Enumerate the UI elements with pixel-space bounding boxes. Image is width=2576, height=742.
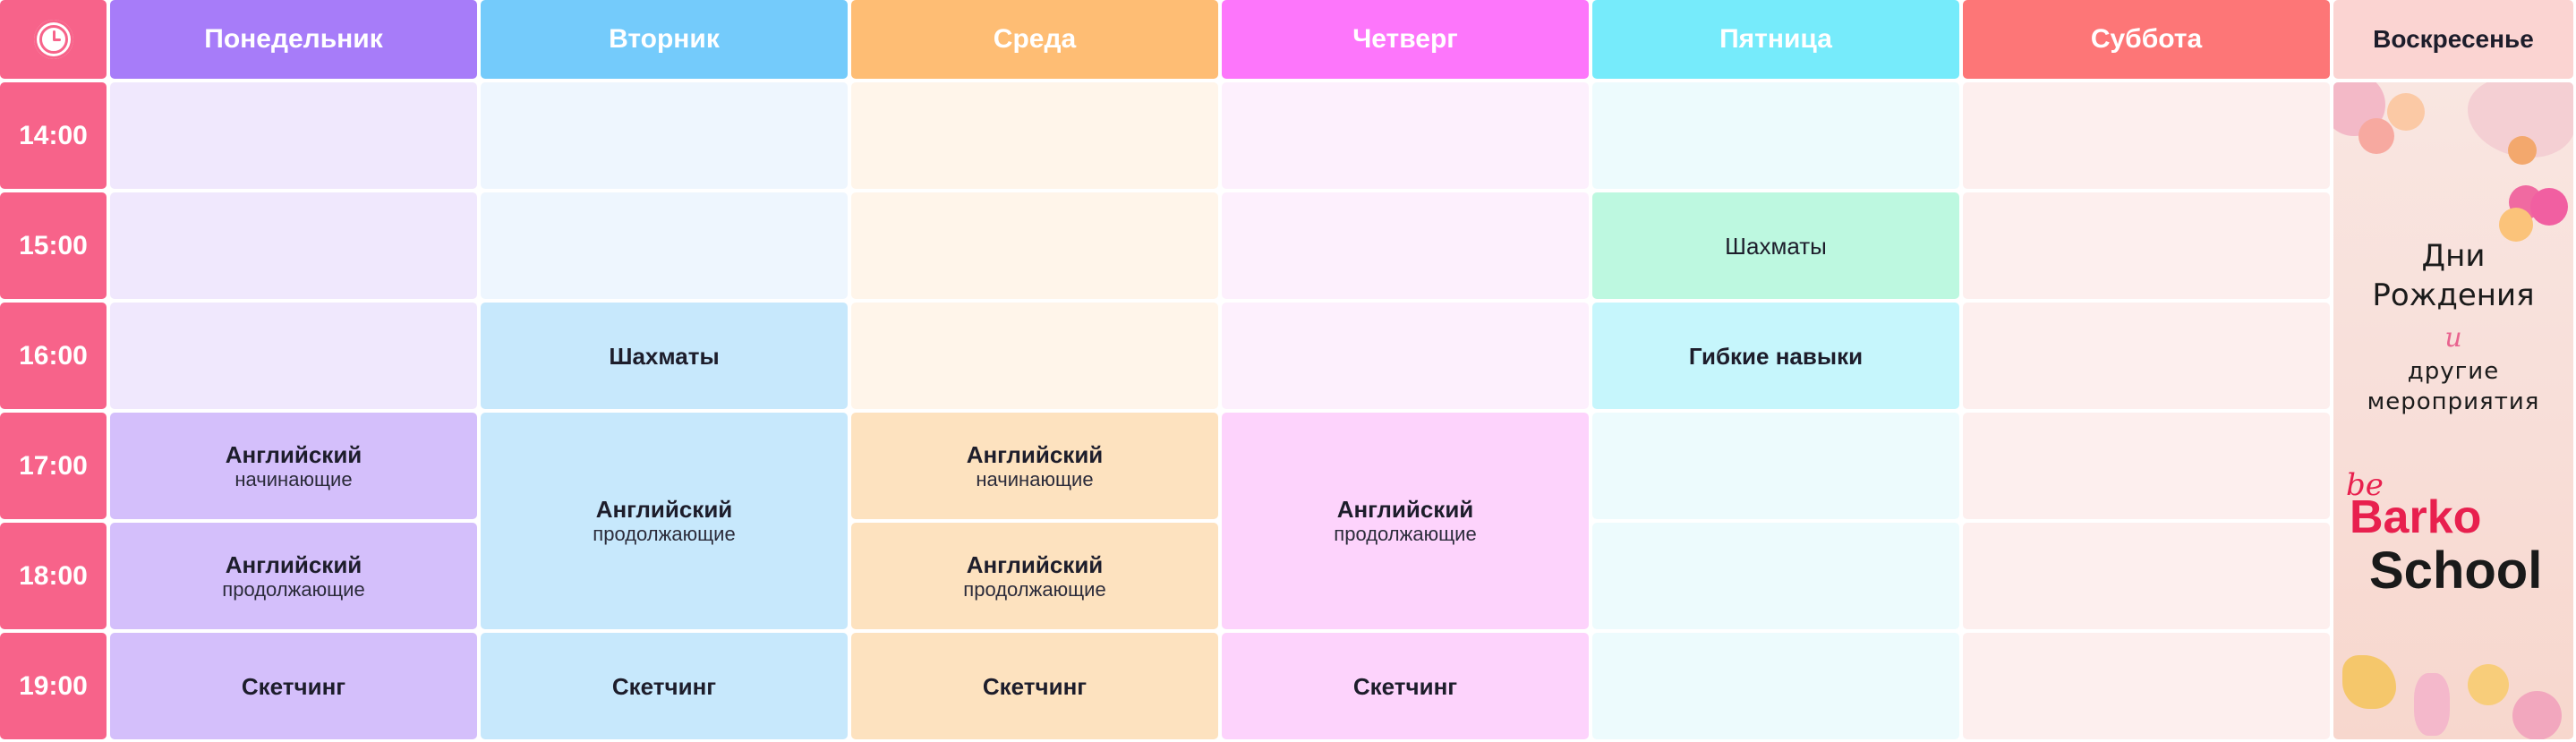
lesson-sketching: Скетчинг: [1222, 633, 1589, 739]
day-header-friday: Пятница: [1592, 0, 1959, 79]
empty-slot: [110, 82, 477, 189]
lesson-title: Английский: [966, 550, 1104, 578]
empty-slot: [1963, 633, 2330, 739]
empty-slot: [1963, 192, 2330, 299]
empty-slot: [1222, 192, 1589, 299]
lesson-level: начинающие: [976, 467, 1094, 490]
lesson-sketching: Скетчинг: [110, 633, 477, 739]
lesson-sketching: Скетчинг: [851, 633, 1218, 739]
promo-line-birthdays: Рождения: [2372, 277, 2535, 313]
empty-slot: [1592, 633, 1959, 739]
lesson-title: Скетчинг: [982, 672, 1088, 700]
empty-slot: [1963, 82, 2330, 189]
empty-slot: [1963, 303, 2330, 409]
brand-barko: Barko: [2350, 491, 2482, 543]
lesson-english-beginners: Английский начинающие: [851, 413, 1218, 519]
lesson-chess: Шахматы: [1592, 192, 1959, 299]
lesson-title: Скетчинг: [241, 672, 346, 700]
decor-confetti: [2358, 118, 2394, 154]
lesson-level: начинающие: [235, 467, 353, 490]
decor-confetti: [2468, 664, 2509, 705]
lesson-title: Скетчинг: [611, 672, 717, 700]
empty-slot: [1963, 413, 2330, 519]
day-header-thursday: Четверг: [1222, 0, 1589, 79]
lesson-soft-skills: Гибкие навыки: [1592, 303, 1959, 409]
lesson-chess: Шахматы: [481, 303, 848, 409]
schedule-grid: Понедельник Вторник Среда Четверг Пятниц…: [0, 0, 2576, 742]
day-header-tuesday: Вторник: [481, 0, 848, 79]
empty-slot: [1592, 82, 1959, 189]
time-slot: 17:00: [0, 413, 107, 519]
lesson-english-continuing: Английский продолжающие: [481, 413, 848, 629]
promo-line-days: Дни: [2421, 238, 2486, 274]
decor-confetti: [2508, 136, 2537, 165]
lesson-english-continuing: Английский продолжающие: [110, 523, 477, 629]
decor-confetti: [2387, 93, 2425, 131]
lesson-english-continuing: Английский продолжающие: [851, 523, 1218, 629]
lesson-title: Английский: [966, 440, 1104, 468]
empty-slot: [1592, 413, 1959, 519]
day-header-wednesday: Среда: [851, 0, 1218, 79]
decor-flower: [2342, 655, 2396, 709]
empty-slot: [110, 303, 477, 409]
lesson-title: Шахматы: [609, 342, 720, 370]
brand-school: School: [2369, 542, 2543, 600]
day-header-monday: Понедельник: [110, 0, 477, 79]
empty-slot: [1222, 303, 1589, 409]
decor-candle: [2414, 673, 2450, 736]
clock-header-cell: [0, 0, 107, 79]
decor-confetti: [2530, 188, 2568, 226]
time-slot: 16:00: [0, 303, 107, 409]
decor-confetti: [2512, 691, 2562, 739]
lesson-level: продолжающие: [963, 577, 1106, 601]
lesson-title: Английский: [225, 550, 363, 578]
empty-slot: [1592, 523, 1959, 629]
time-slot: 14:00: [0, 82, 107, 189]
day-header-saturday: Суббота: [1963, 0, 2330, 79]
lesson-title: Гибкие навыки: [1688, 342, 1864, 370]
empty-slot: [1222, 82, 1589, 189]
time-slot: 15:00: [0, 192, 107, 299]
promo-line-other: другие: [2407, 358, 2500, 385]
promo-line-events: мероприятия: [2367, 388, 2540, 415]
lesson-english-beginners: Английский начинающие: [110, 413, 477, 519]
lesson-sketching: Скетчинг: [481, 633, 848, 739]
empty-slot: [851, 82, 1218, 189]
lesson-title: Английский: [595, 496, 733, 523]
day-header-sunday: Воскресенье: [2333, 0, 2573, 79]
lesson-level: продолжающие: [593, 523, 736, 545]
lesson-title: Скетчинг: [1352, 672, 1458, 700]
time-slot: 19:00: [0, 633, 107, 739]
clock-icon: [33, 20, 73, 59]
empty-slot: [481, 82, 848, 189]
promo-and: и: [2444, 322, 2462, 354]
empty-slot: [1963, 523, 2330, 629]
empty-slot: [110, 192, 477, 299]
promo-subtitle: другие мероприятия: [2333, 356, 2573, 417]
time-slot: 18:00: [0, 523, 107, 629]
empty-slot: [851, 303, 1218, 409]
lesson-english-continuing: Английский продолжающие: [1222, 413, 1589, 629]
lesson-title: Шахматы: [1725, 232, 1827, 260]
lesson-title: Английский: [225, 440, 363, 468]
sunday-promo-panel: Дни Рождения и другие мероприятия be Bar…: [2333, 82, 2573, 739]
lesson-level: продолжающие: [1334, 523, 1477, 545]
promo-title: Дни Рождения: [2333, 236, 2573, 315]
empty-slot: [481, 192, 848, 299]
empty-slot: [851, 192, 1218, 299]
lesson-title: Английский: [1336, 496, 1474, 523]
lesson-level: продолжающие: [222, 577, 365, 601]
